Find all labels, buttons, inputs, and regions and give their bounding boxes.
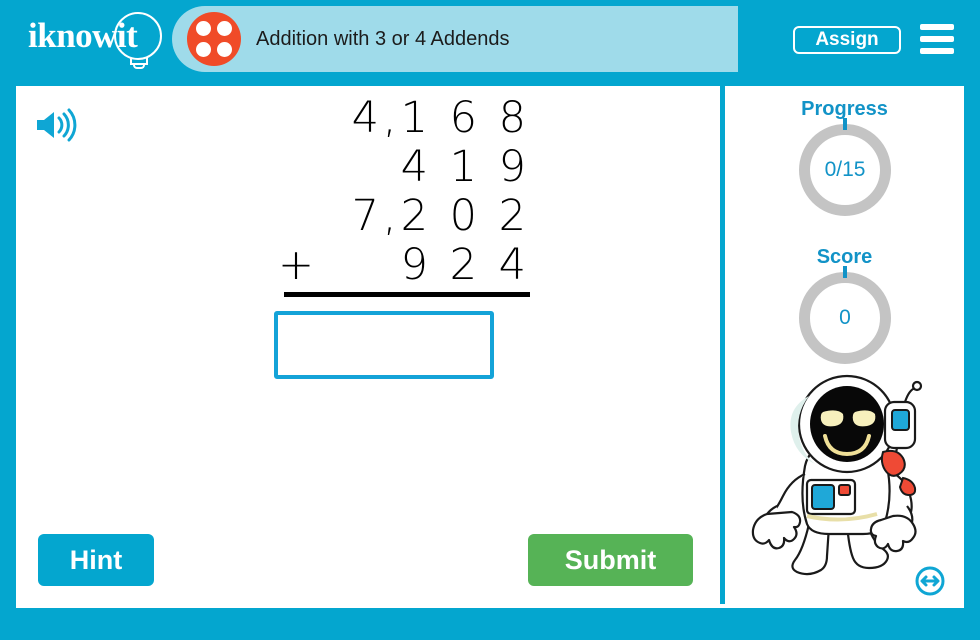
resize-horizontal-icon[interactable] (915, 566, 945, 596)
dice-dot (217, 42, 232, 57)
resize-horizontal-icon-svg (915, 566, 945, 596)
assign-button[interactable]: Assign (793, 26, 901, 54)
lightbulb-base-tip-icon (133, 65, 145, 69)
hint-button[interactable]: Hint (38, 534, 154, 586)
sum-rule-line (284, 292, 530, 297)
brand-logo[interactable]: iknowit (22, 10, 172, 69)
app-root: iknowit Addition with 3 or 4 Addends Ass… (0, 0, 980, 640)
addend-row: 4,1 6 8 (256, 94, 536, 143)
addend-value: 4,1 6 8 (351, 93, 530, 143)
astronaut-mascot-svg (751, 374, 923, 576)
dice-dot (196, 42, 211, 57)
addend-value: 7,2 0 2 (351, 191, 530, 241)
progress-meter: 0/15 (799, 118, 891, 216)
addend-row: 7,2 0 2 (256, 192, 536, 241)
content-area: 4,1 6 8 4 1 9 7,2 0 2 + 9 2 4 Hint Submi… (16, 86, 964, 608)
addition-problem: 4,1 6 8 4 1 9 7,2 0 2 + 9 2 4 (256, 94, 536, 297)
addend-row-with-operator: + 9 2 4 (256, 241, 536, 290)
hamburger-bar (920, 48, 954, 54)
submit-button[interactable]: Submit (528, 534, 693, 586)
app-header: iknowit Addition with 3 or 4 Addends Ass… (0, 0, 980, 78)
plus-operator: + (278, 240, 315, 290)
lightbulb-icon (114, 12, 162, 60)
progress-value: 0/15 (824, 158, 866, 181)
sidebar-panel: Progress 0/15 Score 0 (725, 86, 964, 604)
hamburger-bar (920, 36, 954, 42)
dice-four-icon (187, 12, 241, 66)
answer-input[interactable] (274, 311, 494, 379)
lesson-title: Addition with 3 or 4 Addends (256, 27, 510, 50)
speaker-icon-svg (37, 108, 77, 142)
addend-value: 9 2 4 (400, 240, 530, 290)
addend-row: 4 1 9 (256, 143, 536, 192)
score-meter: 0 (799, 266, 891, 364)
dice-dot (196, 21, 211, 36)
score-value: 0 (839, 306, 851, 329)
astronaut-mascot (747, 374, 947, 586)
hamburger-menu-icon[interactable] (920, 24, 954, 54)
dice-dot (217, 21, 232, 36)
lesson-title-pill: Addition with 3 or 4 Addends (172, 6, 738, 72)
addend-value: 4 1 9 (400, 142, 530, 192)
lightbulb-base-icon (130, 58, 148, 65)
hamburger-bar (920, 24, 954, 30)
speaker-icon[interactable] (34, 108, 78, 142)
